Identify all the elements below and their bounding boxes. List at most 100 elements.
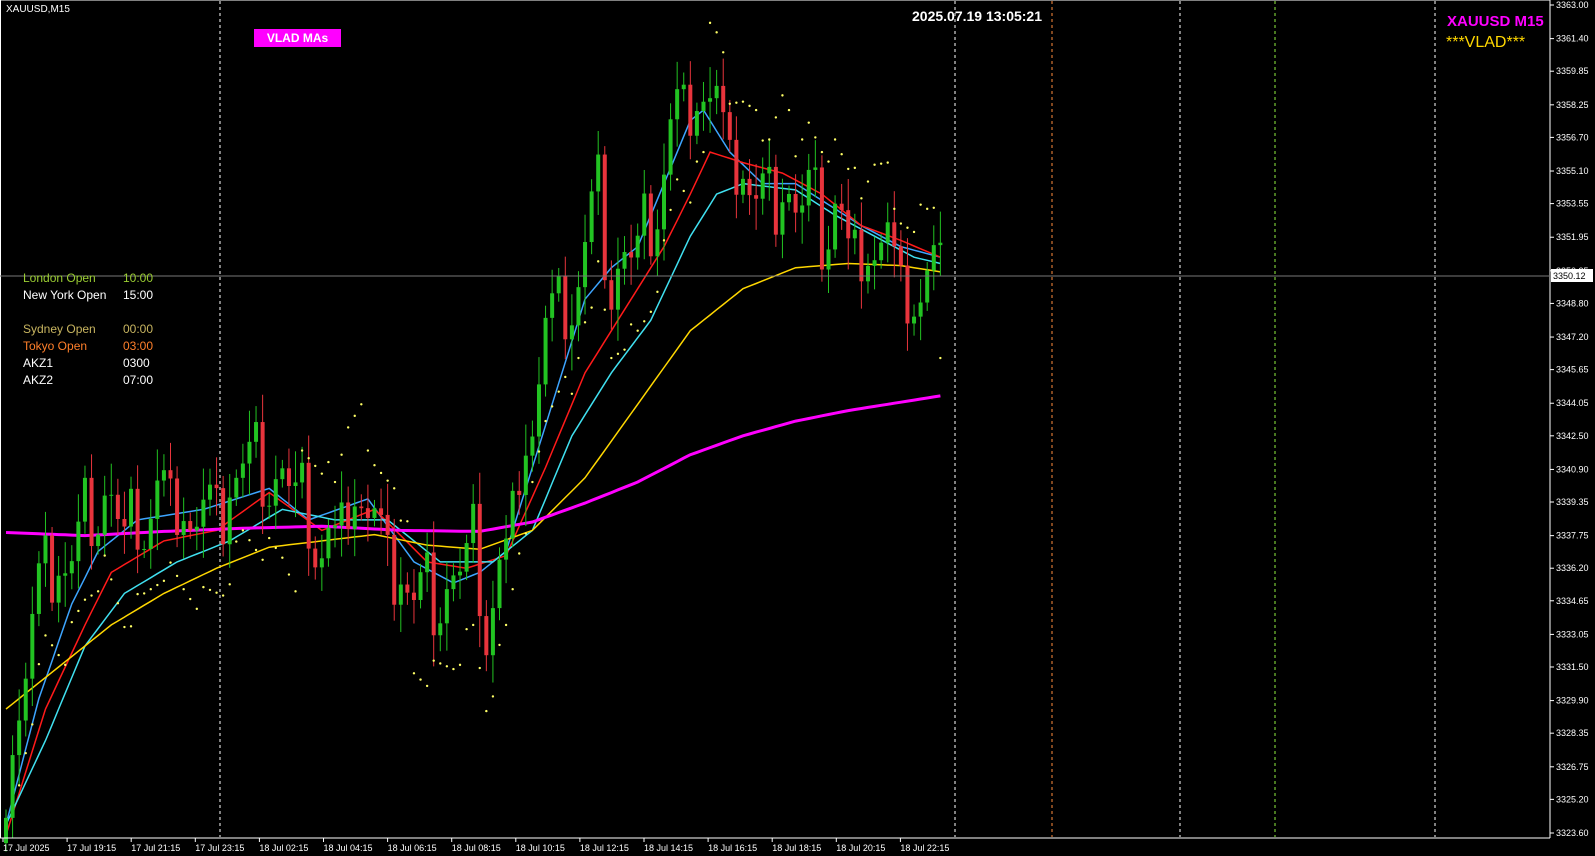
psar-dot [662, 239, 666, 242]
psar-dot [847, 167, 850, 171]
psar-dot [136, 592, 139, 596]
session-row-akz2: AKZ2 07:00 [23, 372, 153, 389]
psar-dot [610, 356, 613, 360]
y-tick-label: 3336.20 [1556, 563, 1589, 573]
psar-dot [833, 138, 837, 141]
candle-body [352, 506, 357, 529]
psar-dot [452, 667, 455, 671]
candle-body [477, 503, 482, 617]
candle-body [464, 543, 469, 572]
psar-dot [629, 323, 633, 326]
vlad-tag: ***VLAD*** [1446, 34, 1526, 51]
y-tick-label: 3356.70 [1556, 132, 1589, 142]
psar-dot [564, 375, 567, 379]
y-tick-label: 3363.00 [1556, 0, 1589, 10]
candle-body [326, 527, 331, 559]
candle-body [148, 518, 153, 549]
psar-dot [682, 189, 685, 193]
psar-dot [57, 653, 60, 657]
x-tick-label: 18 Jul 20:15 [836, 843, 885, 853]
candle-body [115, 494, 120, 519]
psar-dot [735, 101, 738, 104]
candle-body [734, 139, 739, 195]
candle-body [313, 548, 318, 568]
x-axis-ticks: 17 Jul 2025 17 Jul 19:15 17 Jul 21:15 17 Ju… [2, 838, 949, 853]
ma-line [5, 108, 941, 825]
psar-dot [406, 520, 409, 523]
psar-dot [814, 136, 817, 139]
candle-body [306, 462, 311, 549]
candle-body [247, 441, 252, 464]
candle-body [642, 193, 647, 236]
candle-body [589, 191, 594, 243]
candle-body [826, 249, 831, 270]
candle-body [398, 584, 403, 605]
x-tick-label: 18 Jul 22:15 [900, 843, 949, 853]
psar-dot [169, 561, 172, 564]
psar-dot [748, 104, 751, 108]
psar-dot [366, 449, 370, 452]
psar-dot [695, 160, 699, 163]
psar-dot [195, 607, 199, 611]
candle-body [234, 477, 239, 498]
candle-body [793, 193, 798, 213]
y-tick-label: 3353.55 [1556, 199, 1589, 209]
psar-dot [761, 139, 764, 142]
psar-dot [156, 583, 159, 587]
psar-dot [498, 643, 501, 647]
y-tick-label: 3339.35 [1556, 497, 1589, 507]
psar-dot [399, 519, 402, 522]
candle-body [102, 495, 107, 535]
psar-dot [281, 556, 284, 559]
candle-body [129, 488, 134, 527]
session-time: 00:00 [123, 322, 154, 336]
candle-body [787, 193, 792, 203]
candle-body [760, 173, 765, 199]
price-chart[interactable]: 3363.00 3361.40 3359.85 3358.25 3356.70 3355.… [0, 0, 1595, 856]
psar-dot [478, 666, 481, 670]
candle-body [76, 521, 81, 562]
psar-dot [393, 487, 396, 490]
candle-body [82, 477, 87, 522]
psar-dot [702, 150, 705, 154]
psar-dot [866, 180, 870, 183]
candle-body [938, 242, 943, 246]
candle-body [609, 280, 614, 310]
psar-dot [77, 609, 80, 613]
psar-dot [320, 472, 324, 475]
candle-body [523, 455, 528, 495]
candle-body [530, 436, 535, 456]
candle-body [96, 534, 101, 547]
candle-body [319, 558, 324, 568]
candle-body [879, 242, 884, 261]
candle-body [280, 468, 285, 480]
psar-dot [215, 591, 218, 594]
candle-body [865, 265, 870, 282]
psar-dot [221, 594, 225, 597]
psar-dot [939, 356, 942, 360]
vlad-mas-badge[interactable]: VLAD MAs [254, 29, 341, 47]
candle-body [201, 499, 206, 527]
candle-body [767, 166, 772, 174]
psar-dot [787, 108, 791, 112]
psar-dot [926, 207, 929, 211]
candle-body [227, 497, 232, 545]
psar-dot [419, 678, 422, 681]
x-tick-label: 18 Jul 18:15 [772, 843, 821, 853]
psar-dot [754, 108, 758, 112]
psar-dot [90, 594, 93, 597]
candle-body [17, 720, 22, 756]
candle-body [490, 608, 495, 656]
candle-body [267, 505, 272, 507]
y-tick-label: 3342.50 [1556, 431, 1589, 441]
session-time: 10:00 [123, 271, 154, 285]
candle-body [839, 203, 844, 211]
psar-dot [268, 536, 271, 540]
candle-body [333, 525, 337, 528]
psar-dot [675, 178, 679, 181]
candle-body [754, 195, 759, 199]
psar-dot [518, 552, 521, 555]
candle-body [411, 592, 416, 600]
psar-dot [340, 453, 343, 456]
candle-body [4, 817, 8, 844]
